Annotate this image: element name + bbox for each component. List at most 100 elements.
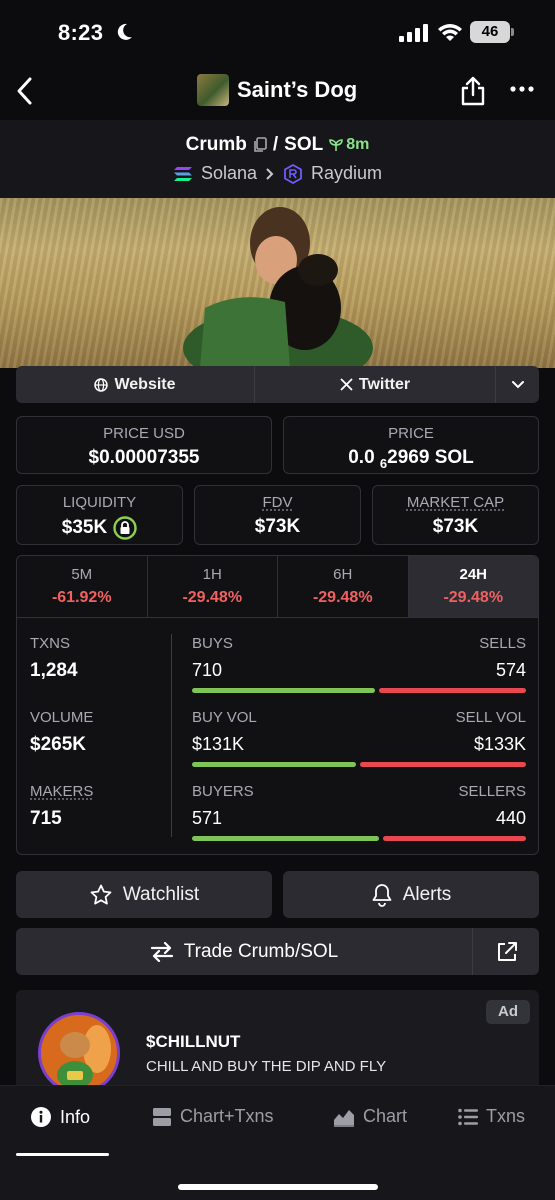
wifi-icon: [438, 24, 462, 41]
fdv-value: $73K: [254, 516, 301, 537]
buyers-label: BUYERS: [192, 783, 254, 800]
buyers-sellers-labels: BUYERS SELLERS: [192, 783, 526, 800]
alerts-button[interactable]: Alerts: [283, 871, 539, 918]
twitter-label: Twitter: [358, 375, 411, 393]
buys-value: 710: [192, 660, 223, 680]
watchlist-label: Watchlist: [122, 883, 200, 905]
share-icon[interactable]: [460, 76, 486, 106]
buy-vol-bar: [192, 762, 356, 767]
more-options-icon[interactable]: [510, 86, 534, 92]
sellers-bar: [382, 836, 526, 841]
list-icon: [458, 1108, 478, 1125]
liquidity-value-row: $35K: [17, 516, 182, 540]
sell-vol-bar: [359, 762, 526, 767]
buys-sells-split: BUYS SELLS 710 574: [192, 635, 526, 693]
liquidity-card: LIQUIDITY $35K: [16, 485, 183, 545]
sells-value: 574: [495, 660, 526, 680]
alerts-label: Alerts: [402, 883, 452, 905]
website-button[interactable]: Website: [16, 366, 255, 403]
chain-line: Solana Raydium: [0, 163, 555, 184]
moon-icon: [117, 23, 132, 40]
ad-badge: Ad: [486, 1000, 530, 1024]
buyers-sellers-split: BUYERS SELLERS 571 440: [192, 783, 526, 841]
sellers-value: 440: [495, 808, 526, 828]
bottom-nav-chart-txns[interactable]: Chart+Txns: [152, 1106, 274, 1127]
price-native-card: PRICE 0.0 62969 SOL: [283, 416, 539, 474]
price-usd-label: PRICE USD: [103, 425, 185, 442]
pair-age: 8m: [346, 136, 370, 153]
price-native-subscript: 6: [379, 456, 388, 471]
solana-logo-icon: [173, 166, 192, 181]
bottom-nav: Info Chart+Txns Chart Txns: [0, 1085, 555, 1200]
dex-name[interactable]: Raydium: [311, 163, 382, 184]
ad-text: CHILL AND BUY THE DIP AND FLY: [146, 1058, 387, 1075]
tab-5m[interactable]: 5M -61.92%: [17, 556, 148, 617]
tab-1h-change: -29.48%: [182, 589, 243, 606]
price-native-prefix: 0.0: [348, 447, 375, 468]
tab-5m-label: 5M: [71, 566, 93, 583]
external-trade-button[interactable]: [474, 928, 539, 975]
raydium-logo-icon: [284, 163, 302, 184]
market-cap-label[interactable]: MARKET CAP: [373, 494, 538, 511]
star-icon: [90, 884, 112, 904]
back-chevron-icon[interactable]: [14, 76, 36, 106]
tab-24h-label: 24H: [459, 566, 488, 583]
buyvol-sellvol-labels: BUY VOL SELL VOL: [192, 709, 526, 726]
tab-6h-label: 6H: [333, 566, 353, 583]
price-usd-card: PRICE USD $0.00007355: [16, 416, 272, 474]
ad-banner[interactable]: Ad $CHILLNUT CHILL AND BUY THE DIP AND F…: [16, 990, 539, 1090]
price-native-suffix: 2969 SOL: [387, 447, 474, 468]
bottom-nav-info[interactable]: Info: [30, 1106, 90, 1128]
price-native-value: 0.0 62969 SOL: [284, 447, 538, 471]
tab-24h[interactable]: 24H -29.48%: [408, 556, 538, 617]
tab-1h[interactable]: 1H -29.48%: [148, 556, 278, 617]
signal-icon: [399, 24, 428, 42]
buys-sells-labels: BUYS SELLS: [192, 635, 526, 652]
ad-title: $CHILLNUT: [146, 1032, 241, 1051]
bottom-nav-txns-label: Txns: [486, 1106, 526, 1126]
twitter-button[interactable]: Twitter: [255, 366, 496, 403]
ad-logo: [38, 1012, 120, 1090]
buys-sells-bar: [192, 688, 526, 693]
trade-button[interactable]: Trade Crumb/SOL: [16, 928, 473, 975]
makers-label[interactable]: MAKERS: [30, 783, 93, 800]
token-banner-image: [0, 198, 555, 368]
locked-liquidity-icon[interactable]: [113, 516, 137, 540]
split-layout-icon: [153, 1107, 171, 1126]
area-chart-icon: [334, 1109, 354, 1127]
stats-divider: [171, 634, 172, 837]
chevron-down-icon: [511, 380, 524, 388]
chain-name[interactable]: Solana: [201, 163, 257, 184]
sells-label: SELLS: [479, 635, 526, 652]
active-tab-indicator: [16, 1153, 109, 1156]
market-cap-card: MARKET CAP $73K: [372, 485, 539, 545]
status-bar: 8:23 46: [0, 0, 555, 64]
more-links-button[interactable]: [496, 366, 539, 403]
battery-level: 46: [470, 21, 510, 43]
sell-vol-value: $133K: [473, 734, 526, 754]
buyvol-sellvol-bar: [192, 762, 526, 767]
fdv-card: FDV $73K: [194, 485, 361, 545]
makers-value: 715: [30, 808, 62, 829]
x-logo-icon: [340, 378, 353, 391]
fdv-label[interactable]: FDV: [195, 494, 360, 511]
copy-icon[interactable]: [253, 137, 267, 153]
bottom-nav-chart[interactable]: Chart: [333, 1106, 407, 1127]
tab-6h[interactable]: 6H -29.48%: [278, 556, 409, 617]
pair-header: Crumb / SOL 8m Solana Raydium: [0, 120, 555, 198]
volume-metric: VOLUME $265K: [30, 709, 93, 756]
token-avatar: [197, 74, 229, 106]
seedling-icon: [329, 139, 344, 151]
nav-title-group: Saint’s Dog: [197, 74, 357, 106]
bottom-nav-txns[interactable]: Txns: [458, 1106, 525, 1127]
sells-bar: [378, 688, 526, 693]
links-row: Website Twitter: [16, 366, 539, 403]
txns-value: 1,284: [30, 660, 78, 681]
liquidity-value: $35K: [61, 517, 108, 538]
pair-base: Crumb: [185, 134, 247, 155]
bottom-nav-chart-txns-label: Chart+Txns: [180, 1106, 274, 1126]
liquidity-label: LIQUIDITY: [62, 494, 137, 511]
volume-label: VOLUME: [30, 709, 94, 726]
tab-1h-label: 1H: [202, 566, 222, 583]
watchlist-button[interactable]: Watchlist: [16, 871, 272, 918]
